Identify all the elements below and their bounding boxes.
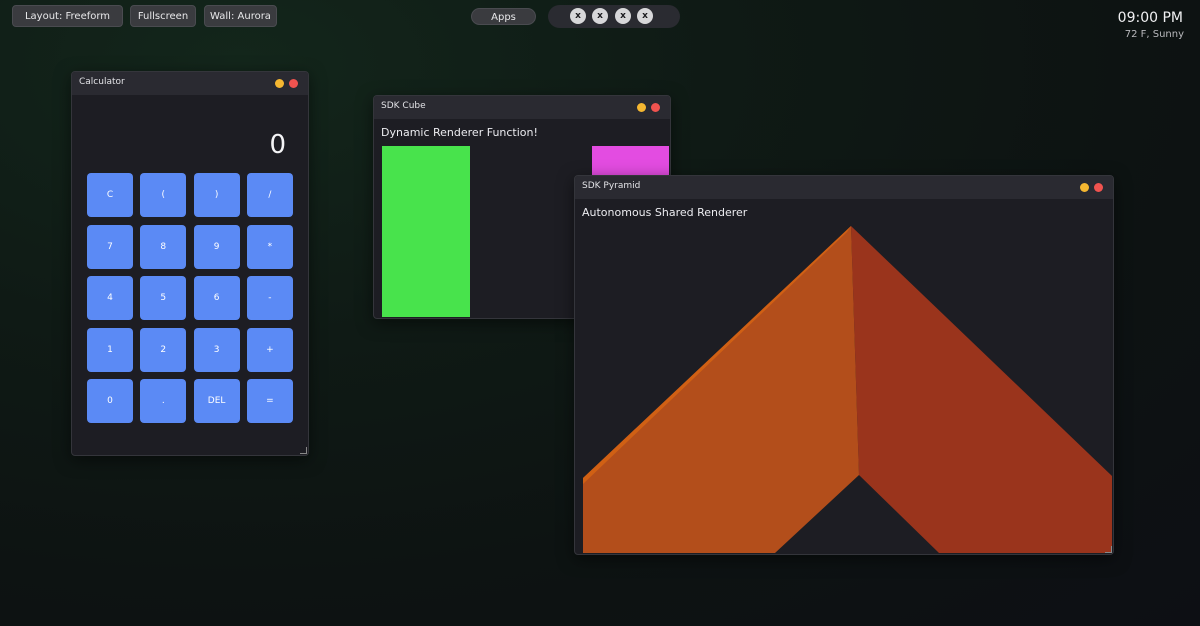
calc-key-equals[interactable]: = xyxy=(246,379,293,423)
calc-key-clear[interactable]: C xyxy=(87,173,133,217)
calc-key-divide[interactable]: / xyxy=(246,173,293,217)
weather-status: 72 F, Sunny xyxy=(1124,29,1184,40)
window-dock: x x x x xyxy=(548,5,680,28)
minimize-button[interactable] xyxy=(637,103,646,112)
resize-handle[interactable] xyxy=(1105,546,1112,553)
sdk-pyramid-window: SDK Pyramid Autonomous Shared Renderer xyxy=(574,175,1114,555)
calc-key-7[interactable]: 7 xyxy=(87,224,133,269)
pyramid-render-canvas xyxy=(583,226,1112,553)
calculator-titlebar[interactable]: Calculator xyxy=(72,72,308,95)
close-button[interactable] xyxy=(651,103,660,112)
window-title: SDK Cube xyxy=(381,101,426,111)
close-button[interactable] xyxy=(289,79,298,88)
calc-key-decimal[interactable]: . xyxy=(140,379,187,423)
apps-button[interactable]: Apps xyxy=(471,8,536,25)
calc-key-open-paren[interactable]: ( xyxy=(140,173,187,217)
calculator-keypad: C ( ) / 7 8 9 * 4 5 6 - 1 2 3 + 0 . DEL … xyxy=(87,173,293,423)
resize-handle[interactable] xyxy=(300,447,307,454)
minimize-button[interactable] xyxy=(1080,183,1089,192)
calc-key-2[interactable]: 2 xyxy=(140,327,187,372)
calc-key-4[interactable]: 4 xyxy=(87,276,133,320)
pyramid-heading: Autonomous Shared Renderer xyxy=(582,206,748,219)
cube-heading: Dynamic Renderer Function! xyxy=(381,126,538,139)
pyramid-face-left xyxy=(583,226,859,553)
calc-key-0[interactable]: 0 xyxy=(87,379,133,423)
calc-key-3[interactable]: 3 xyxy=(193,327,240,372)
calc-key-5[interactable]: 5 xyxy=(140,276,187,320)
layout-button[interactable]: Layout: Freeform xyxy=(12,5,123,27)
pyramid-face-right xyxy=(851,226,1112,553)
calc-key-9[interactable]: 9 xyxy=(193,224,240,269)
dock-close-button[interactable]: x xyxy=(592,8,608,24)
calc-key-subtract[interactable]: - xyxy=(246,276,293,320)
fullscreen-button[interactable]: Fullscreen xyxy=(130,5,196,27)
cube-face-green xyxy=(382,146,470,317)
calc-key-add[interactable]: + xyxy=(246,327,293,372)
sdk-cube-titlebar[interactable]: SDK Cube xyxy=(374,96,670,119)
close-button[interactable] xyxy=(1094,183,1103,192)
calculator-window: Calculator 0 C ( ) / 7 8 9 * 4 5 6 - 1 2… xyxy=(71,71,309,456)
calc-key-multiply[interactable]: * xyxy=(246,224,293,269)
clock: 09:00 PM xyxy=(1117,10,1183,26)
wallpaper-button[interactable]: Wall: Aurora xyxy=(204,5,277,27)
window-title: Calculator xyxy=(79,77,125,87)
minimize-button[interactable] xyxy=(275,79,284,88)
dock-close-button[interactable]: x xyxy=(637,8,653,24)
window-title: SDK Pyramid xyxy=(582,181,641,191)
calc-key-8[interactable]: 8 xyxy=(140,224,187,269)
calc-key-delete[interactable]: DEL xyxy=(193,379,240,423)
dock-close-button[interactable]: x xyxy=(570,8,586,24)
sdk-pyramid-titlebar[interactable]: SDK Pyramid xyxy=(575,176,1113,199)
calc-key-close-paren[interactable]: ) xyxy=(193,173,240,217)
dock-close-button[interactable]: x xyxy=(615,8,631,24)
calc-key-1[interactable]: 1 xyxy=(87,327,133,372)
calculator-display: 0 xyxy=(269,130,286,160)
calc-key-6[interactable]: 6 xyxy=(193,276,240,320)
